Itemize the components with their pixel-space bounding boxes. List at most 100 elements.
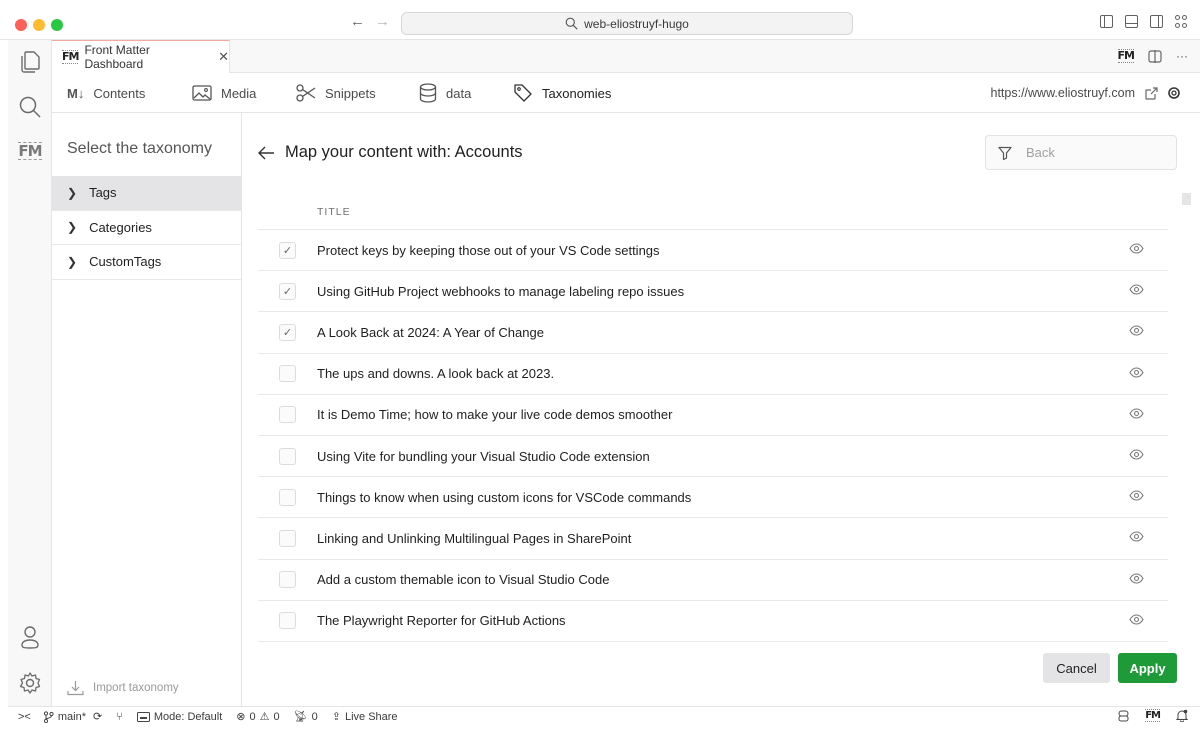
row-checkbox[interactable]	[279, 571, 296, 589]
table-row[interactable]: ✓ Protect keys by keeping those out of yo…	[258, 230, 1168, 272]
taxonomy-item-tags[interactable]: ❯ Tags	[52, 176, 241, 211]
preview-eye-icon[interactable]	[1129, 406, 1144, 424]
front-matter-action-icon[interactable]: FM	[1117, 49, 1135, 63]
preview-eye-icon[interactable]	[1129, 488, 1144, 506]
row-title: A Look Back at 2024: A Year of Change	[317, 324, 544, 340]
error-icon: ⊗	[236, 711, 246, 723]
close-tab-icon[interactable]: ✕	[218, 49, 229, 65]
row-checkbox-checked[interactable]: ✓	[279, 241, 296, 259]
table-row[interactable]: The ups and downs. A look back at 2023.	[258, 354, 1168, 395]
taxonomy-item-categories[interactable]: ❯ Categories	[52, 211, 241, 245]
table-row[interactable]: ✓ Using GitHub Project webhooks to manage…	[258, 271, 1168, 313]
site-url-link[interactable]: https://www.eliostruyf.com	[991, 86, 1136, 100]
row-checkbox[interactable]	[279, 365, 296, 383]
taxonomy-item-customtags[interactable]: ❯ CustomTags	[52, 245, 241, 280]
back-arrow-icon[interactable]	[258, 146, 275, 160]
ports-count: 0	[311, 710, 318, 723]
filter-input[interactable]: Back	[985, 135, 1177, 170]
broadcast-icon: 📡︎	[293, 711, 308, 723]
table-row[interactable]: It is Demo Time; how to make your live c…	[258, 395, 1168, 436]
preview-eye-icon[interactable]	[1129, 612, 1144, 630]
nav-data-label: data	[446, 85, 472, 101]
table-row[interactable]: Linking and Unlinking Multilingual Pages…	[258, 518, 1168, 560]
taxonomy-item-label: Tags	[89, 185, 117, 201]
dashboard-nav: M↓ Contents Media Snippets data Taxonomi…	[52, 73, 1200, 113]
apply-button[interactable]: Apply	[1118, 653, 1177, 683]
preview-eye-icon[interactable]	[1129, 529, 1144, 547]
preview-eye-icon[interactable]	[1129, 241, 1144, 259]
cancel-button[interactable]: Cancel	[1043, 653, 1110, 683]
row-checkbox[interactable]	[279, 612, 296, 630]
scissors-icon	[296, 84, 316, 102]
close-window-button[interactable]	[15, 19, 27, 31]
command-center-search[interactable]: web-eliostruyf-hugo	[401, 12, 853, 35]
mode-indicator[interactable]: Mode: Default	[136, 710, 223, 723]
sync-icon[interactable]: ⟳	[93, 710, 102, 723]
scrollbar-thumb[interactable]	[1182, 193, 1191, 205]
front-matter-icon[interactable]: FM	[8, 142, 52, 160]
row-checkbox-checked[interactable]: ✓	[279, 282, 296, 300]
table-row[interactable]: Using Vite for bundling your Visual Stud…	[258, 436, 1168, 478]
split-editor-icon[interactable]	[1148, 49, 1162, 63]
more-actions-icon[interactable]: ···	[1176, 49, 1188, 63]
markdown-icon: M↓	[67, 85, 85, 101]
title-bar: ← → web-eliostruyf-hugo	[0, 0, 1200, 40]
tab-label: Front Matter Dashboard	[84, 43, 150, 71]
chevron-right-icon: ❯	[67, 254, 78, 269]
warning-icon: ⚠	[259, 711, 270, 723]
explorer-icon[interactable]	[8, 50, 52, 74]
mode-label: Mode: Default	[153, 710, 223, 723]
nav-data[interactable]: data	[419, 73, 471, 113]
customize-layout-icon[interactable]	[1175, 15, 1188, 28]
tab-front-matter-dashboard[interactable]: FM Front Matter Dashboard ✕	[52, 40, 230, 73]
live-share-button[interactable]: ⇪ Live Share	[332, 710, 398, 724]
table-row[interactable]: The Playwright Reporter for GitHub Actio…	[258, 601, 1168, 642]
taxonomy-mapping-panel: Map your content with: Accounts Back TIT…	[242, 113, 1200, 706]
toggle-primary-sidebar-icon[interactable]	[1100, 15, 1113, 28]
tag-icon	[514, 84, 532, 102]
column-header-title: TITLE	[317, 206, 351, 218]
back-arrow-icon[interactable]: ←	[350, 13, 365, 30]
row-checkbox-checked[interactable]: ✓	[279, 323, 296, 341]
toggle-secondary-sidebar-icon[interactable]	[1150, 15, 1163, 28]
toggle-panel-icon[interactable]	[1125, 15, 1138, 28]
row-title: Protect keys by keeping those out of you…	[317, 242, 660, 258]
preview-eye-icon[interactable]	[1129, 365, 1144, 383]
nav-snippets[interactable]: Snippets	[296, 73, 376, 113]
forward-arrow-icon[interactable]: →	[375, 13, 390, 30]
nav-media[interactable]: Media	[192, 73, 256, 113]
minimize-window-button[interactable]	[33, 19, 45, 31]
remote-indicator-icon[interactable]: ><	[18, 711, 31, 723]
front-matter-status-icon[interactable]: FM	[1145, 709, 1161, 722]
database-icon	[419, 83, 437, 103]
preview-eye-icon[interactable]	[1129, 282, 1144, 300]
search-icon[interactable]	[8, 95, 52, 119]
row-checkbox[interactable]	[279, 447, 296, 465]
preview-eye-icon[interactable]	[1129, 571, 1144, 589]
notifications-bell-icon[interactable]	[1176, 709, 1188, 722]
preview-eye-icon[interactable]	[1129, 323, 1144, 341]
problems-indicator[interactable]: ⊗ 0 ⚠ 0	[236, 710, 279, 724]
table-row[interactable]: ✓ A Look Back at 2024: A Year of Change	[258, 312, 1168, 354]
maximize-window-button[interactable]	[51, 19, 63, 31]
account-icon[interactable]	[8, 625, 52, 649]
activity-bar: FM	[8, 40, 52, 706]
copilot-icon[interactable]	[1118, 710, 1129, 722]
row-checkbox[interactable]	[279, 488, 296, 506]
external-link-icon[interactable]	[1145, 86, 1158, 100]
branch-indicator[interactable]: main* ⟳	[43, 710, 102, 723]
editor-tab-bar: FM Front Matter Dashboard ✕ FM ···	[52, 40, 1200, 73]
settings-gear-icon[interactable]	[8, 671, 52, 695]
row-checkbox[interactable]	[279, 529, 296, 547]
source-control-graph-icon[interactable]: ⑂	[116, 711, 123, 723]
settings-cog-icon[interactable]	[1168, 87, 1180, 99]
chevron-right-icon: ❯	[67, 220, 78, 235]
table-row[interactable]: Add a custom themable icon to Visual Stu…	[258, 560, 1168, 601]
nav-taxonomies[interactable]: Taxonomies	[513, 73, 611, 113]
import-taxonomy-button[interactable]: Import taxonomy	[67, 680, 179, 696]
preview-eye-icon[interactable]	[1129, 447, 1144, 465]
nav-contents[interactable]: M↓ Contents	[67, 73, 145, 113]
ports-indicator[interactable]: 📡︎ 0	[293, 710, 318, 724]
row-checkbox[interactable]	[279, 406, 296, 424]
table-row[interactable]: Things to know when using custom icons f…	[258, 477, 1168, 519]
